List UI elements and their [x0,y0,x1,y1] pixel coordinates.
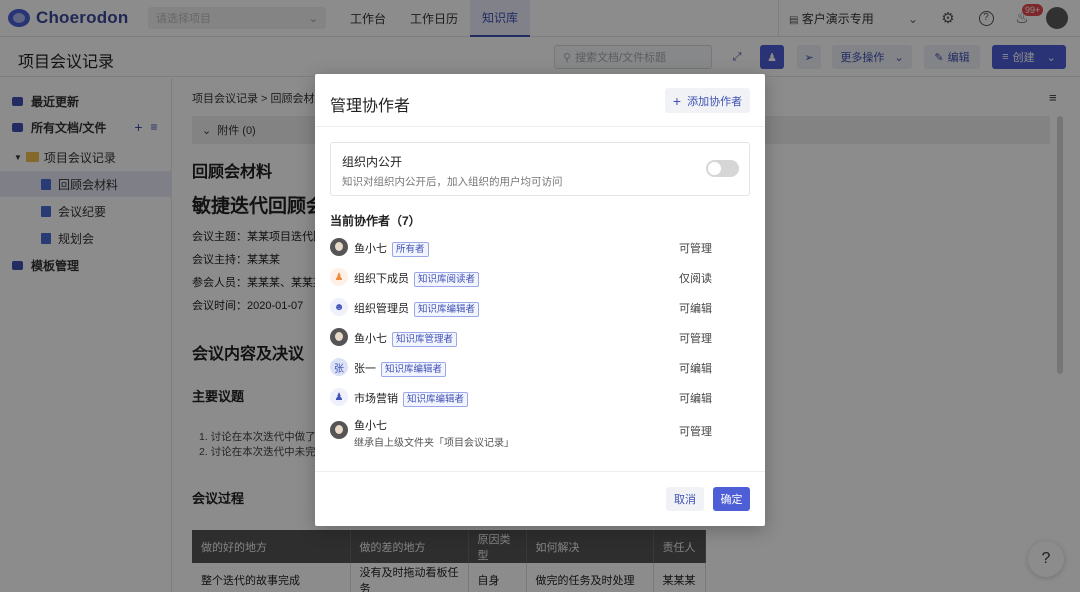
collaborator-row[interactable]: ♟ 组织下成员 知识库阅读者 仅阅读 [330,262,750,292]
avatar [330,238,348,256]
add-collaborator-button[interactable]: + 添加协作者 [665,88,750,113]
divider [315,126,765,127]
avatar [330,328,348,346]
role-tag: 知识库编辑者 [414,302,480,317]
manage-collaborators-modal: 管理协作者 + 添加协作者 组织内公开 知识对组织内公开后，加入组织的用户均可访… [315,74,765,526]
collaborators-header: 当前协作者（7） [330,214,421,228]
avatar: 张 [330,358,348,376]
public-desc: 知识对组织内公开后，加入组织的用户均可访问 [342,176,563,188]
role-tag: 知识库阅读者 [414,272,480,287]
permission-select[interactable]: 仅阅读 [679,270,712,286]
collaborator-name: 张一 [354,363,376,375]
collaborator-name: 鱼小七 [354,333,387,345]
team-icon: ♟ [330,388,348,406]
org-members-icon: ♟ [330,268,348,286]
add-collaborator-label: 添加协作者 [687,95,743,108]
permission-select[interactable]: 可管理 [679,330,712,346]
collaborator-row[interactable]: ☻ 组织管理员 知识库编辑者 可编辑 [330,292,750,322]
role-tag: 知识库编辑者 [403,392,469,407]
modal-title: 管理协作者 [330,98,411,115]
collaborator-name: 鱼小七 [354,243,387,255]
cancel-button[interactable]: 取消 [666,487,704,511]
collaborator-name: 鱼小七 [354,420,387,432]
divider [315,471,765,472]
user-icon: ☻ [330,298,348,316]
role-tag: 知识库编辑者 [381,362,447,377]
role-tag: 所有者 [392,242,429,257]
inherit-note: 继承自上级文件夹「项目会议记录」 [354,438,514,449]
collaborator-name: 组织下成员 [354,273,409,285]
collaborator-name: 市场营销 [354,393,398,405]
collaborator-row[interactable]: 张 张一 知识库编辑者 可编辑 [330,352,750,382]
avatar [330,421,348,439]
public-toggle[interactable] [706,160,739,177]
permission-select[interactable]: 可编辑 [679,300,712,316]
role-tag: 知识库管理者 [392,332,458,347]
collaborator-row[interactable]: ♟ 市场营销 知识库编辑者 可编辑 [330,382,750,412]
collaborator-name: 组织管理员 [354,303,409,315]
permission-select[interactable]: 可编辑 [679,360,712,376]
permission-select[interactable]: 可编辑 [679,390,712,406]
collaborator-row[interactable]: 鱼小七 继承自上级文件夹「项目会议记录」 可管理 [330,415,750,449]
plus-icon: + [672,92,682,109]
confirm-button[interactable]: 确定 [713,487,750,511]
public-title: 组织内公开 [342,155,403,169]
collaborator-row[interactable]: 鱼小七 知识库管理者 可管理 [330,322,750,352]
public-setting-card: 组织内公开 知识对组织内公开后，加入组织的用户均可访问 [330,142,750,196]
collaborator-row[interactable]: 鱼小七 所有者 可管理 [330,232,750,262]
permission-select[interactable]: 可管理 [679,240,712,256]
permission-select[interactable]: 可管理 [679,423,712,439]
